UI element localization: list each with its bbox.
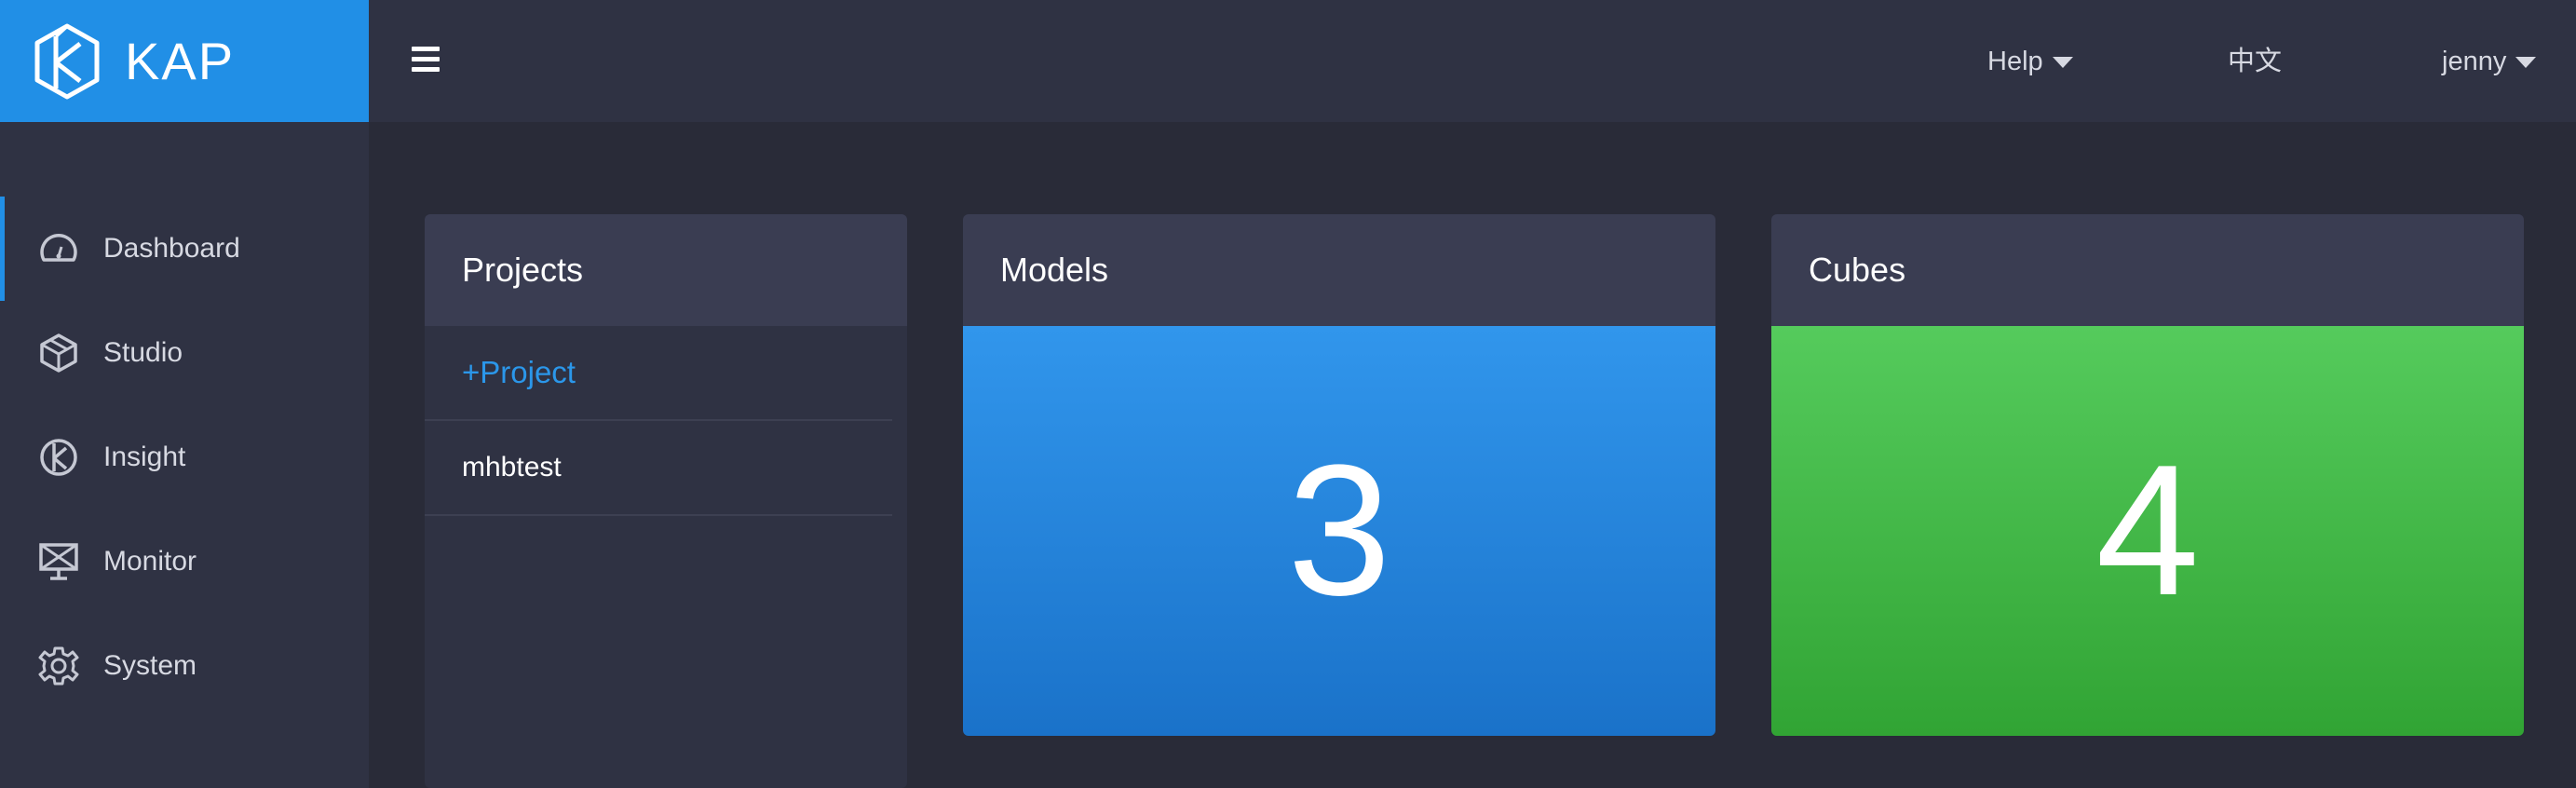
user-dropdown[interactable]: jenny bbox=[2442, 43, 2537, 80]
sidebar-item-insight[interactable]: Insight bbox=[0, 405, 369, 509]
models-title: Models bbox=[963, 214, 1715, 326]
sidebar-item-label: Studio bbox=[103, 337, 183, 368]
top-navbar: Help 中文 jenny bbox=[369, 0, 2576, 122]
monitor-icon bbox=[39, 543, 78, 580]
projects-panel: Projects +Project mhbtest bbox=[425, 214, 907, 788]
hamburger-icon[interactable] bbox=[412, 47, 440, 73]
cubes-card[interactable]: Cubes 4 bbox=[1771, 214, 2524, 736]
brand-name: KAP bbox=[125, 32, 236, 90]
kap-logo-icon bbox=[34, 23, 100, 100]
sidebar-item-label: Dashboard bbox=[103, 233, 240, 264]
user-label: jenny bbox=[2442, 47, 2507, 76]
sidebar: Dashboard Studio Insight Monitor System bbox=[0, 122, 369, 788]
projects-title: Projects bbox=[425, 214, 907, 326]
help-label: Help bbox=[1987, 47, 2043, 76]
sidebar-item-dashboard[interactable]: Dashboard bbox=[0, 197, 369, 301]
caret-down-icon bbox=[2052, 57, 2073, 68]
models-card[interactable]: Models 3 bbox=[963, 214, 1715, 736]
sidebar-item-label: Insight bbox=[103, 442, 186, 472]
sidebar-item-monitor[interactable]: Monitor bbox=[0, 509, 369, 614]
cubes-count: 4 bbox=[1771, 326, 2524, 736]
sidebar-item-label: Monitor bbox=[103, 546, 197, 577]
sidebar-item-system[interactable]: System bbox=[0, 614, 369, 718]
insight-icon bbox=[40, 439, 77, 476]
language-toggle[interactable]: 中文 bbox=[2228, 43, 2282, 80]
cubes-title: Cubes bbox=[1771, 214, 2524, 326]
gear-icon bbox=[38, 646, 79, 686]
cube-icon bbox=[40, 333, 77, 373]
sidebar-item-label: System bbox=[103, 650, 197, 681]
language-label: 中文 bbox=[2228, 47, 2283, 76]
caret-down-icon bbox=[2515, 57, 2537, 68]
add-project-button[interactable]: +Project bbox=[425, 326, 892, 421]
project-list-item[interactable]: mhbtest bbox=[425, 421, 892, 516]
sidebar-item-studio[interactable]: Studio bbox=[0, 301, 369, 405]
brand-logo[interactable]: KAP bbox=[0, 0, 369, 122]
dashboard-gauge-icon bbox=[40, 234, 77, 262]
help-dropdown[interactable]: Help bbox=[1987, 43, 2073, 80]
models-count: 3 bbox=[963, 326, 1715, 736]
